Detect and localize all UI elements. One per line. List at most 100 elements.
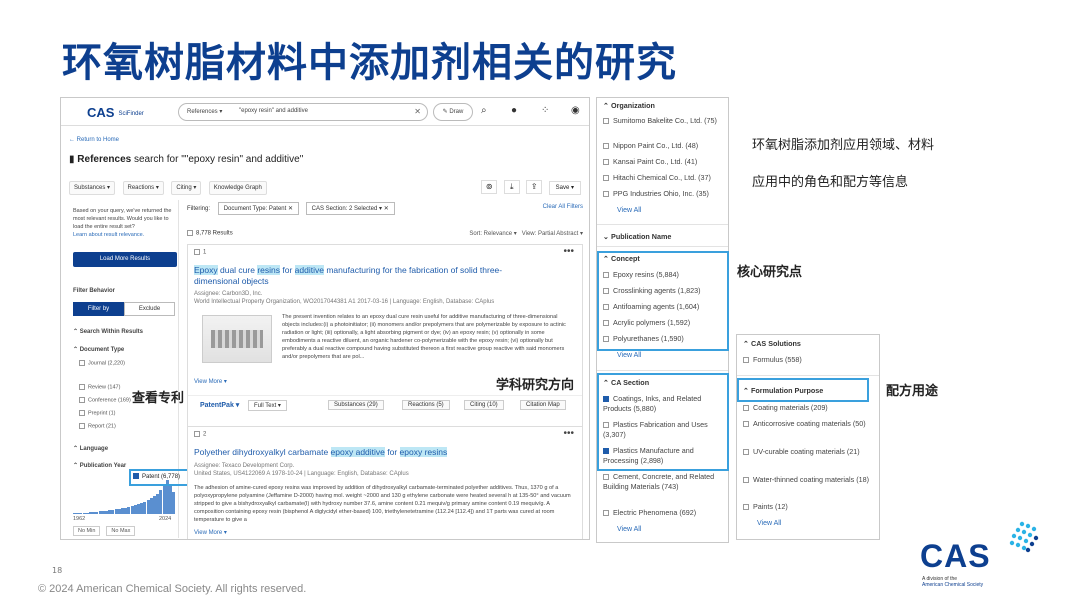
sort-dropdown[interactable]: Sort: Relevance ▾ (469, 231, 516, 237)
concept-highlight-box (597, 251, 729, 351)
ca-section-highlight-box (597, 373, 729, 471)
organization-heading[interactable]: ⌃ Organization (603, 101, 655, 110)
citation-map-button[interactable]: Citation Map (520, 400, 566, 410)
reactions-button[interactable]: Reactions (5) (402, 400, 450, 410)
histogram-bar (172, 492, 176, 514)
results-pane: Filtering: Document Type: Patent ✕ CAS S… (183, 200, 583, 539)
save-button[interactable]: Save ▾ (548, 181, 581, 195)
filter-chip-cas-section[interactable]: CAS Section: 2 Selected ▾ ✕ (305, 202, 395, 215)
filter-by-button[interactable]: Filter by (73, 302, 124, 316)
clear-search-icon[interactable]: ✕ (414, 107, 421, 116)
purpose-filter-item[interactable]: Coating materials (209) (743, 403, 879, 413)
publication-year-heading[interactable]: ⌃ Publication Year (73, 462, 126, 469)
view-all-link[interactable]: View All (617, 526, 641, 533)
ca-section-filter-item[interactable]: Cement, Concrete, and Related Building M… (603, 472, 727, 492)
year-max-input[interactable]: No Max (106, 526, 136, 536)
search-icon[interactable]: ⌕ (481, 105, 487, 116)
filter-behavior-toggle: Filter by Exclude (73, 302, 177, 316)
publication-name-heading[interactable]: ⌄ Publication Name (603, 232, 671, 241)
apps-grid-icon[interactable]: ⁘ (541, 105, 549, 116)
doc-type-conference[interactable]: Conference (169) (79, 397, 131, 403)
view-all-link[interactable]: View All (757, 520, 781, 527)
return-home-link[interactable]: ← Return to Home (69, 137, 119, 143)
purpose-filter-item[interactable]: Water-thinned coating materials (18) (743, 475, 879, 485)
tab-knowledge-graph[interactable]: Knowledge Graph (208, 181, 267, 195)
patentpak-button[interactable]: PatentPak ▾ (200, 401, 239, 409)
year-range-inputs: No Min No Max (73, 526, 141, 536)
result-number: 1 (194, 249, 206, 256)
patent-figure-thumbnail[interactable] (202, 315, 272, 363)
user-icon[interactable]: ◉ (571, 105, 580, 116)
citing-button[interactable]: Citing (10) (464, 400, 504, 410)
full-text-button[interactable]: Full Text ▾ (248, 400, 287, 411)
filter-chip-document-type[interactable]: Document Type: Patent ✕ (217, 202, 299, 215)
result-number: 2 (194, 431, 206, 438)
doc-type-report[interactable]: Report (21) (79, 423, 116, 429)
purpose-filter-item[interactable]: Anticorrosive coating materials (50) (743, 419, 879, 429)
language-heading[interactable]: ⌃ Language (73, 445, 108, 452)
formulation-purpose-highlight-box (737, 378, 869, 402)
result-abstract: The present invention relates to an epox… (282, 314, 566, 360)
share-icon[interactable]: ⇪ (526, 180, 543, 194)
bell-icon[interactable]: ● (511, 105, 517, 116)
view-more-link[interactable]: View More ▾ (194, 529, 227, 536)
doc-type-patent[interactable]: Patent (6,778) (129, 469, 189, 486)
org-filter-item[interactable]: Kansai Paint Co., Ltd. (41) (603, 157, 727, 167)
result-card: 2 ••• Polyether dihydroxyalkyl carbamate… (187, 426, 583, 539)
search-input[interactable]: References ▾ "epoxy resin" and additive … (178, 103, 428, 121)
download-icon[interactable]: ⤓ (503, 180, 520, 194)
substances-button[interactable]: Substances (29) (328, 400, 384, 410)
purpose-filter-item[interactable]: UV-curable coating materials (21) (743, 447, 879, 457)
more-options-icon[interactable]: ••• (563, 428, 574, 439)
result-assignee: Assignee: Carbon3D, Inc. (194, 291, 263, 297)
filter-panel-cas-solutions: ⌃ CAS Solutions Formulus (558) ⌃ Formula… (736, 334, 880, 540)
relevance-notice: Based on your query, we've returned the … (73, 207, 177, 239)
draw-button[interactable]: ✎ Draw (433, 103, 473, 121)
view-more-link[interactable]: View More ▾ (194, 378, 227, 385)
exclude-button[interactable]: Exclude (124, 302, 175, 316)
results-summary: 8,778 Results Sort: Relevance ▾ View: Pa… (187, 230, 583, 237)
result-title[interactable]: Polyether dihydroxyalkyl carbamate epoxy… (194, 447, 574, 458)
doc-type-journal[interactable]: Journal (2,220) (79, 360, 125, 366)
year-min-input[interactable]: No Min (73, 526, 101, 536)
year-min-label: 1962 (73, 516, 86, 522)
tab-substances[interactable]: Substances ▾ (69, 181, 116, 195)
doc-type-review[interactable]: Review (147) (79, 384, 120, 390)
doc-type-preprint[interactable]: Preprint (1) (79, 410, 116, 416)
org-filter-item[interactable]: Sumitomo Bakelite Co., Ltd. (75) (603, 116, 727, 126)
purpose-filter-item[interactable]: Paints (12) (743, 502, 879, 512)
result-abstract: The adhesion of amine-cured epoxy resins… (194, 485, 571, 523)
filter-behavior-heading: Filter Behavior (73, 288, 116, 294)
org-filter-item[interactable]: Nippon Paint Co., Ltd. (48) (603, 141, 727, 151)
ca-section-filter-item[interactable]: Electric Phenomena (692) (603, 508, 727, 518)
relevance-link[interactable]: Learn about result relevance. (73, 231, 177, 239)
view-all-link[interactable]: View All (617, 352, 641, 359)
result-source: World Intellectual Property Organization… (194, 299, 495, 305)
annotation-note-line2: 应用中的角色和配方等信息 (752, 175, 909, 190)
more-options-icon[interactable]: ••• (563, 246, 574, 257)
tab-citing[interactable]: Citing ▾ (171, 181, 202, 195)
org-filter-item[interactable]: PPG Industries Ohio, Inc. (35) (603, 189, 727, 199)
copyright: © 2024 American Chemical Society. All ri… (38, 583, 307, 595)
org-filter-item[interactable]: Hitachi Chemical Co., Ltd. (37) (603, 173, 727, 183)
search-within-heading[interactable]: ⌃ Search Within Results (73, 328, 143, 335)
search-scope-dropdown[interactable]: References ▾ (187, 108, 222, 115)
scifinder-topbar: CAS SciFinder References ▾ "epoxy resin" … (61, 98, 589, 126)
tab-reactions[interactable]: Reactions ▾ (122, 181, 164, 195)
clear-all-filters-link[interactable]: Clear All Filters (543, 204, 583, 210)
formulus-filter-item[interactable]: Formulus (558) (743, 355, 802, 365)
results-tabs: Substances ▾ Reactions ▾ Citing ▾ Knowle… (69, 176, 270, 195)
cas-logo: CAS A division of the American Chemical … (920, 520, 1040, 592)
annotation-research-direction: 学科研究方向 (496, 378, 575, 393)
result-actions-bar: PatentPak ▾ Full Text ▾ Substances (29) … (188, 395, 582, 415)
compare-icon[interactable]: ⊚ (481, 180, 498, 194)
view-all-link[interactable]: View All (617, 207, 641, 214)
view-dropdown[interactable]: View: Partial Abstract ▾ (522, 231, 583, 237)
document-type-heading[interactable]: ⌃ Document Type (73, 346, 124, 353)
result-title[interactable]: Epoxy dual cure resins for additive manu… (194, 265, 524, 287)
annotation-core-research: 核心研究点 (737, 265, 803, 280)
cas-solutions-heading[interactable]: ⌃ CAS Solutions (743, 339, 801, 348)
load-more-button[interactable]: Load More Results (73, 252, 177, 267)
page-number: 18 (52, 566, 63, 575)
scifinder-logo[interactable]: CAS SciFinder (87, 105, 144, 120)
